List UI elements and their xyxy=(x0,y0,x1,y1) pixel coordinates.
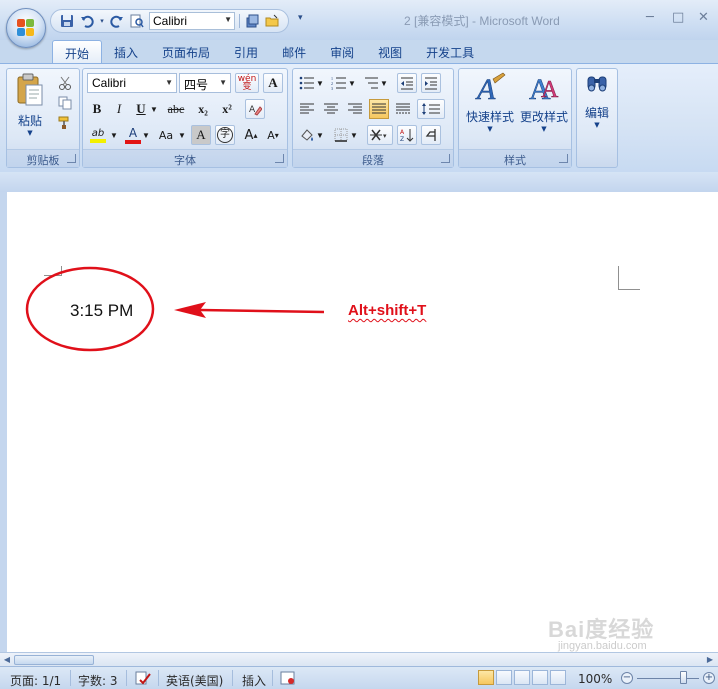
separator xyxy=(70,670,71,686)
pointer-arrow-line xyxy=(199,308,325,314)
office-logo-icon xyxy=(17,19,35,37)
status-page[interactable]: 页面: 1/1 xyxy=(10,672,61,689)
status-bar: 页面: 1/1 字数: 3 英语(美国) 插入 100% − + xyxy=(0,666,718,689)
zoom-slider-handle[interactable] xyxy=(680,671,687,684)
zoom-in-icon[interactable]: + xyxy=(703,672,715,684)
print-layout-view-icon[interactable] xyxy=(478,670,494,685)
scroll-right-icon[interactable]: ▶ xyxy=(704,655,716,665)
separator xyxy=(158,670,159,686)
separator xyxy=(232,670,233,686)
zoom-out-icon[interactable]: − xyxy=(621,672,633,684)
annotation-overlay xyxy=(25,266,325,352)
status-language[interactable]: 英语(美国) xyxy=(166,672,223,689)
proofing-icon[interactable] xyxy=(134,670,152,689)
zoom-level[interactable]: 100% xyxy=(578,672,612,686)
shortcut-annotation: Alt+shift+T xyxy=(348,302,427,319)
status-word-count[interactable]: 字数: 3 xyxy=(78,672,118,689)
draft-view-icon[interactable] xyxy=(550,670,566,685)
watermark-url: jingyan.baidu.com xyxy=(558,640,647,652)
full-screen-reading-view-icon[interactable] xyxy=(496,670,512,685)
document-date-text[interactable]: 3:15 PM xyxy=(70,301,133,321)
separator xyxy=(272,670,273,686)
macro-record-icon[interactable] xyxy=(280,670,296,689)
scroll-thumb[interactable] xyxy=(14,655,94,665)
horizontal-scrollbar[interactable]: ◀ ▶ xyxy=(0,652,718,666)
office-button[interactable] xyxy=(6,8,46,48)
outline-view-icon[interactable] xyxy=(532,670,548,685)
scroll-left-icon[interactable]: ◀ xyxy=(1,655,13,665)
separator xyxy=(126,670,127,686)
web-layout-view-icon[interactable] xyxy=(514,670,530,685)
status-insert-mode[interactable]: 插入 xyxy=(242,672,266,689)
zoom-slider-track[interactable] xyxy=(637,678,699,679)
